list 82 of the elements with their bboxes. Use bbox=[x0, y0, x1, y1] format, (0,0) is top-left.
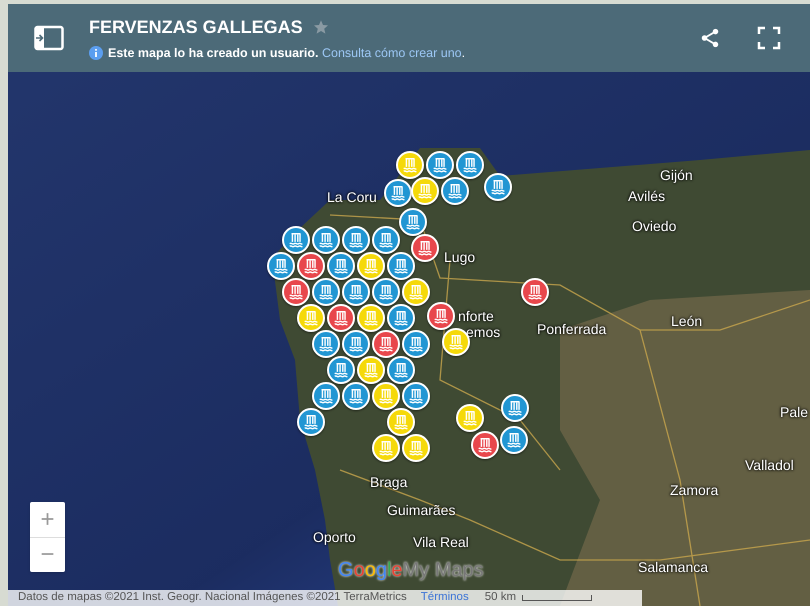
city-label: Pale bbox=[780, 403, 808, 422]
waterfall-icon bbox=[418, 240, 432, 256]
waterfall-icon bbox=[394, 414, 408, 430]
waterfall-icon bbox=[448, 184, 462, 198]
city-label: Ponferrada bbox=[537, 320, 606, 339]
waterfall-icon bbox=[478, 438, 492, 452]
city-label: Valladol bbox=[745, 456, 794, 475]
waterfall-icon bbox=[379, 284, 393, 300]
waterfall-icon bbox=[349, 388, 363, 404]
city-label: nforte bbox=[458, 307, 494, 326]
waterfall-icon bbox=[409, 388, 423, 404]
star-icon[interactable] bbox=[312, 19, 329, 36]
info-icon bbox=[89, 46, 103, 60]
waterfall-icon bbox=[319, 336, 333, 352]
city-label: Oporto bbox=[313, 528, 356, 547]
waterfall-icon bbox=[403, 158, 417, 172]
city-label: León bbox=[671, 312, 702, 331]
city-label: La Coru bbox=[327, 188, 377, 207]
waterfall-icon bbox=[319, 232, 333, 248]
side-panel-icon[interactable] bbox=[34, 25, 64, 51]
waterfall-icon bbox=[434, 308, 448, 324]
waterfall-icon bbox=[289, 232, 303, 248]
waterfall-icon bbox=[334, 258, 348, 274]
scale-bar bbox=[522, 595, 592, 601]
waterfall-icon bbox=[319, 284, 333, 300]
city-label: Guimarães bbox=[387, 501, 456, 520]
waterfall-icon bbox=[379, 440, 393, 456]
waterfall-icon bbox=[528, 284, 542, 300]
city-label: emos bbox=[466, 323, 500, 342]
waterfall-icon bbox=[491, 180, 505, 194]
waterfall-icon bbox=[379, 336, 393, 352]
waterfall-icon bbox=[394, 310, 408, 326]
waterfall-icon bbox=[289, 284, 303, 300]
waterfall-icon bbox=[406, 214, 420, 230]
waterfall-icon bbox=[508, 400, 522, 416]
city-label: Gijón bbox=[660, 166, 693, 185]
waterfall-icon bbox=[379, 388, 393, 404]
terms-link[interactable]: Términos bbox=[420, 589, 469, 606]
waterfall-icon bbox=[274, 258, 288, 274]
waterfall-icon bbox=[507, 432, 521, 448]
waterfall-icon bbox=[304, 258, 318, 274]
create-map-link[interactable]: Consulta cómo crear uno bbox=[322, 46, 462, 60]
waterfall-icon bbox=[409, 336, 423, 352]
creator-notice: Este mapa lo ha creado un usuario. Consulta cómo crear uno. bbox=[108, 44, 466, 62]
waterfall-icon bbox=[349, 336, 363, 352]
city-label: Avilés bbox=[628, 187, 666, 206]
city-label: Oviedo bbox=[632, 217, 676, 236]
city-label: Lugo bbox=[444, 248, 476, 267]
scale-label: 50 km bbox=[484, 590, 516, 606]
waterfall-icon bbox=[463, 158, 477, 172]
waterfall-icon bbox=[364, 258, 378, 274]
city-label: Salamanca bbox=[638, 558, 708, 577]
satellite-map-drawing[interactable] bbox=[8, 72, 810, 606]
map-title: FERVENZAS GALLEGAS bbox=[89, 16, 303, 39]
waterfall-icon bbox=[449, 334, 463, 350]
waterfall-icon bbox=[349, 284, 363, 300]
map-attribution: Datos de mapas ©2021 Inst. Geogr. Nacional Imágenes ©2021 TerraMetrics bbox=[18, 590, 407, 606]
waterfall-icon bbox=[433, 158, 447, 172]
waterfall-icon bbox=[391, 186, 405, 200]
waterfall-icon bbox=[379, 232, 393, 248]
waterfall-icon bbox=[364, 362, 378, 378]
waterfall-icon bbox=[334, 362, 348, 378]
waterfall-icon bbox=[319, 388, 333, 404]
waterfall-icon bbox=[409, 440, 423, 456]
waterfall-icon bbox=[349, 232, 363, 248]
waterfall-icon bbox=[334, 310, 348, 326]
waterfall-icon bbox=[304, 310, 318, 326]
share-icon[interactable] bbox=[699, 27, 721, 49]
waterfall-icon bbox=[304, 414, 318, 430]
city-label: Braga bbox=[370, 473, 408, 492]
waterfall-icon bbox=[463, 410, 477, 426]
waterfall-icon bbox=[394, 258, 408, 274]
city-label: Zamora bbox=[670, 481, 718, 500]
zoom-out-button[interactable]: − bbox=[30, 537, 65, 572]
waterfall-icon bbox=[409, 284, 423, 300]
google-my-maps-logo: GoogleMy Maps bbox=[338, 558, 484, 583]
waterfall-icon bbox=[364, 310, 378, 326]
fullscreen-icon[interactable] bbox=[757, 26, 781, 50]
city-label: Vila Real bbox=[413, 533, 469, 552]
waterfall-icon bbox=[394, 362, 408, 378]
zoom-in-button[interactable]: + bbox=[30, 502, 65, 537]
waterfall-icon bbox=[418, 184, 432, 198]
